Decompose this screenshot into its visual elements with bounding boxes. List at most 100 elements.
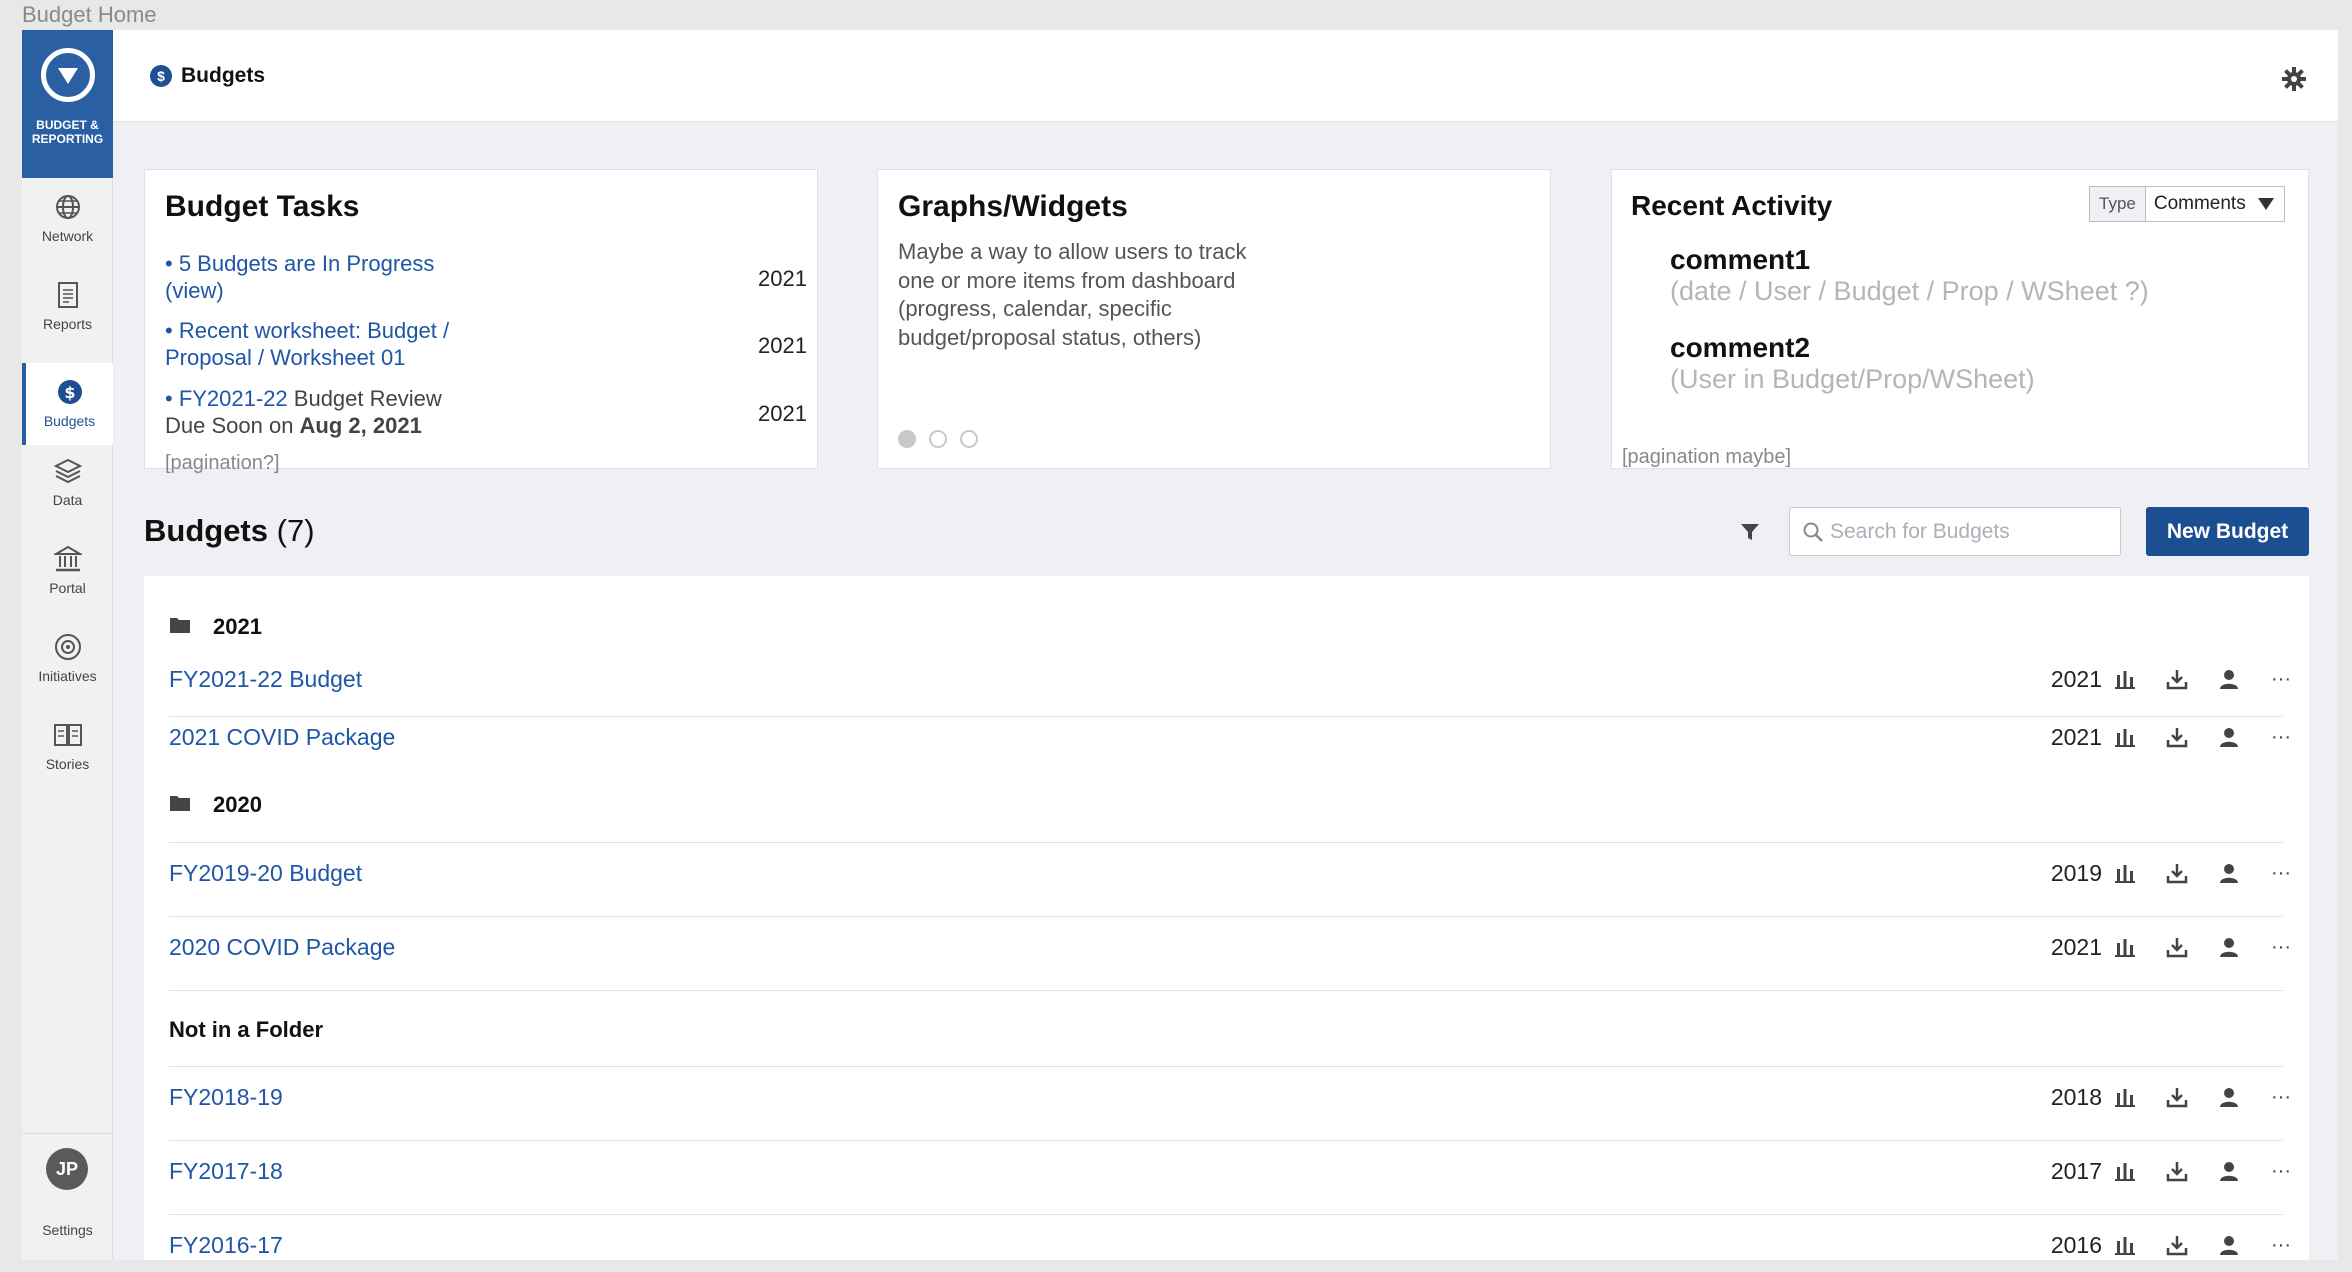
task-item: • 5 Budgets are In Progress (view)	[165, 250, 485, 304]
more-icon[interactable]: ···	[2270, 1086, 2292, 1108]
chart-icon[interactable]	[2114, 726, 2136, 748]
sidebar-item-reports[interactable]: Reports	[22, 266, 113, 348]
chart-icon[interactable]	[2114, 1234, 2136, 1256]
row-actions: ···	[2114, 668, 2292, 690]
more-icon[interactable]: ···	[2270, 936, 2292, 958]
row-divider	[169, 916, 2283, 917]
task-year: 2021	[758, 401, 807, 426]
more-icon[interactable]: ···	[2270, 726, 2292, 748]
user-icon[interactable]	[2218, 862, 2240, 884]
budgets-count: (7)	[276, 513, 315, 548]
card-title: Budget Tasks	[165, 190, 360, 223]
budget-tasks-card: Budget Tasks • 5 Budgets are In Progress…	[144, 169, 818, 474]
budget-link[interactable]: FY2021-22 Budget	[169, 666, 362, 693]
activity-comment[interactable]: comment2 (User in Budget/Prop/WSheet)	[1670, 332, 2035, 395]
carousel-dot[interactable]	[929, 430, 947, 448]
avatar[interactable]: JP	[46, 1148, 88, 1190]
sidebar-item-initiatives[interactable]: Initiatives	[22, 618, 113, 700]
brand-block[interactable]: BUDGET & REPORTING	[22, 30, 113, 178]
comment-meta: (User in Budget/Prop/WSheet)	[1670, 364, 2035, 394]
user-icon[interactable]	[2218, 1160, 2240, 1182]
budget-row: FY2021-22 Budget 2021 ···	[169, 666, 2291, 716]
task-link[interactable]: • FY2021-22	[165, 386, 288, 411]
sidebar-item-label: Stories	[45, 756, 90, 772]
row-divider	[169, 842, 2283, 843]
user-icon[interactable]	[2218, 1086, 2240, 1108]
budget-link[interactable]: FY2016-17	[169, 1232, 283, 1259]
pagination-placeholder: [pagination maybe]	[1622, 446, 1792, 468]
budget-year: 2021	[2050, 666, 2102, 692]
filter-icon[interactable]	[1739, 521, 1761, 543]
folder-header[interactable]: 2021	[169, 614, 262, 640]
search-input[interactable]	[1830, 508, 2115, 555]
building-icon	[52, 544, 84, 574]
download-icon[interactable]	[2166, 862, 2188, 884]
activity-comment[interactable]: comment1 (date / User / Budget / Prop / …	[1670, 244, 2149, 307]
sidebar-item-label: Portal	[49, 580, 86, 596]
user-icon[interactable]	[2218, 936, 2240, 958]
gear-icon[interactable]	[2281, 66, 2307, 92]
report-icon	[52, 280, 84, 310]
budget-year: 2016	[2050, 1232, 2102, 1258]
sidebar-item-label: Network	[41, 228, 94, 244]
more-icon[interactable]: ···	[2270, 1234, 2292, 1256]
budget-year: 2018	[2050, 1084, 2102, 1110]
budget-link[interactable]: FY2019-20 Budget	[169, 860, 362, 887]
new-budget-button[interactable]: New Budget	[2146, 507, 2309, 556]
more-icon[interactable]: ···	[2270, 1160, 2292, 1182]
more-icon[interactable]: ···	[2270, 862, 2292, 884]
user-icon[interactable]	[2218, 726, 2240, 748]
dollar-icon: $	[54, 377, 86, 407]
download-icon[interactable]	[2166, 936, 2188, 958]
row-divider	[169, 1214, 2283, 1215]
sidebar-item-stories[interactable]: Stories	[22, 706, 113, 788]
sidebar-item-budgets[interactable]: $ Budgets	[22, 363, 113, 445]
task-item: • FY2021-22 Budget Review Due Soon on Au…	[165, 385, 485, 439]
budget-year: 2017	[2050, 1158, 2102, 1184]
carousel-dot[interactable]	[960, 430, 978, 448]
budget-year: 2019	[2050, 860, 2102, 886]
sidebar-divider	[22, 1133, 113, 1134]
chart-icon[interactable]	[2114, 1086, 2136, 1108]
sidebar-item-label: Initiatives	[38, 668, 97, 684]
budget-link[interactable]: FY2018-19	[169, 1084, 283, 1111]
carousel-dot[interactable]	[898, 430, 916, 448]
user-icon[interactable]	[2218, 1234, 2240, 1256]
settings-link[interactable]: Settings	[22, 1222, 113, 1238]
sidebar-item-data[interactable]: Data	[22, 442, 113, 524]
widget-description: Maybe a way to allow users to track one …	[898, 239, 1247, 350]
chart-icon[interactable]	[2114, 1160, 2136, 1182]
download-icon[interactable]	[2166, 1234, 2188, 1256]
budgets-list-title: Budgets (7)	[144, 513, 315, 549]
type-value: Comments	[2146, 187, 2284, 221]
folder-header[interactable]: 2020	[169, 792, 262, 818]
download-icon[interactable]	[2166, 1160, 2188, 1182]
budget-link[interactable]: FY2017-18	[169, 1158, 283, 1185]
budget-link[interactable]: 2021 COVID Package	[169, 724, 395, 751]
sidebar-item-network[interactable]: Network	[22, 178, 113, 260]
task-link[interactable]: • Recent worksheet: Budget / Proposal / …	[165, 318, 449, 370]
row-actions: ···	[2114, 936, 2292, 958]
top-bar: $ Budgets	[113, 30, 2338, 122]
budgets-list: 2021 FY2021-22 Budget 2021 ··· 2021 COVI…	[144, 576, 2309, 1260]
type-label: Type	[2090, 187, 2146, 221]
more-icon[interactable]: ···	[2270, 668, 2292, 690]
globe-icon	[52, 192, 84, 222]
sidebar-item-portal[interactable]: Portal	[22, 530, 113, 612]
row-actions: ···	[2114, 1160, 2292, 1182]
chart-icon[interactable]	[2114, 668, 2136, 690]
initiative-icon	[52, 632, 84, 662]
budget-link[interactable]: 2020 COVID Package	[169, 934, 395, 961]
type-select[interactable]: Type Comments	[2089, 186, 2285, 222]
task-link[interactable]: • 5 Budgets are In Progress (view)	[165, 251, 434, 303]
download-icon[interactable]	[2166, 726, 2188, 748]
download-icon[interactable]	[2166, 1086, 2188, 1108]
recent-activity-card: Recent Activity Type Comments comment1 (…	[1611, 169, 2309, 469]
sidebar: BUDGET & REPORTING Network Reports $ Bud…	[22, 30, 113, 1260]
download-icon[interactable]	[2166, 668, 2188, 690]
chart-icon[interactable]	[2114, 862, 2136, 884]
budget-row: FY2016-17 2016 ···	[169, 1232, 2291, 1272]
pagination-placeholder: [pagination?]	[165, 452, 280, 474]
user-icon[interactable]	[2218, 668, 2240, 690]
chart-icon[interactable]	[2114, 936, 2136, 958]
